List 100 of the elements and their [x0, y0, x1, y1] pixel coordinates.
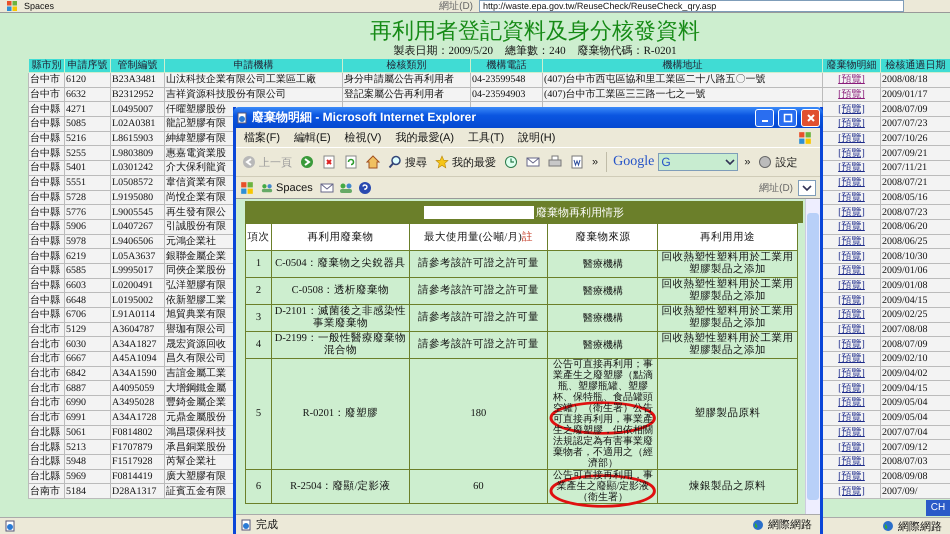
table-cell: A34A1728 [110, 410, 164, 425]
table-cell: L9005545 [110, 204, 164, 220]
table-cell: L0495007 [110, 102, 164, 117]
clock-icon [504, 155, 518, 169]
table-cell: L91A0114 [110, 308, 164, 322]
table-cell: 台中縣 [28, 234, 64, 249]
table-cell: 6632 [64, 87, 110, 102]
globe-icon [752, 518, 764, 530]
more-button[interactable]: » [590, 155, 600, 169]
column-header: 廢棄物來源 [548, 224, 658, 250]
table-cell: 台中縣 [28, 263, 64, 278]
stop-icon [322, 155, 336, 169]
help-icon[interactable] [358, 180, 372, 194]
table-cell: (407)台中市西屯區協和里工業區二十八路五〇一號 [542, 72, 822, 88]
table-cell: 2007/10/26 [880, 131, 950, 146]
table-cell: L0195002 [110, 292, 164, 308]
people-icon[interactable] [338, 180, 353, 194]
table-cell: 吉祥資源科技股份有限公司 [164, 87, 342, 102]
table-cell: 台南市 [28, 484, 64, 498]
history-button[interactable] [502, 154, 520, 170]
column-header: 機構地址 [542, 58, 822, 72]
menu-item[interactable]: 檢視(V) [344, 130, 382, 145]
table-cell: 台中縣 [28, 190, 64, 205]
close-button[interactable] [801, 108, 820, 126]
table-cell: 5776 [64, 204, 110, 220]
table-cell: 身分申請屬公告再利用者 [342, 72, 470, 88]
settings-button[interactable]: 設定 [756, 154, 800, 170]
favorites-button[interactable]: 我的最愛 [433, 154, 498, 170]
table-cell: 台北市 [28, 396, 64, 410]
table-cell: 台中縣 [28, 175, 64, 190]
table-cell: 5255 [64, 146, 110, 161]
table-cell: 2007/09/ [880, 484, 950, 498]
table-cell: 5906 [64, 219, 110, 234]
maximize-icon [782, 112, 792, 122]
windows-logo-icon[interactable] [6, 0, 18, 12]
table-cell: 台中縣 [28, 219, 64, 234]
table-cell: 5978 [64, 234, 110, 249]
google-search-field[interactable]: G [658, 153, 738, 171]
table-cell: 2009/02/25 [880, 308, 950, 322]
table-cell: L0301242 [110, 160, 164, 176]
caret-icon [802, 184, 812, 192]
table-cell: 醫療機構 [548, 332, 658, 358]
table-cell: 2008/07/09 [880, 102, 950, 117]
table-cell: 台北縣 [28, 469, 64, 484]
zone-label: 網際網路 [768, 518, 812, 532]
column-header: 再利用廢棄物 [272, 224, 410, 250]
minimize-icon [762, 120, 768, 122]
table-cell: 5948 [64, 454, 110, 470]
table-cell: 04-23599548 [470, 72, 542, 88]
envelope-icon[interactable] [320, 180, 334, 194]
table-cell: F0814802 [110, 425, 164, 440]
address-field[interactable]: http://waste.epa.gov.tw/ReuseCheck/ReuseCheck_qry.asp [479, 0, 904, 12]
table-cell: 台北市 [28, 322, 64, 337]
table-cell: 請參考該許可證之許可量 [409, 278, 548, 304]
address-label: 網址(D) [759, 182, 793, 194]
page-icon [4, 520, 16, 532]
column-header: 申請序號 [64, 58, 110, 72]
menu-item[interactable]: 說明(H) [518, 130, 556, 145]
table-cell: 6030 [64, 336, 110, 352]
menu-item[interactable]: 檔案(F) [244, 130, 280, 145]
home-button[interactable] [364, 154, 382, 170]
table-cell: 回收熱塑性塑料用於工業用塑膠製品之添加 [658, 332, 798, 358]
circle-icon [758, 155, 772, 169]
scrollbar[interactable] [805, 199, 820, 514]
windows-logo-icon[interactable] [240, 180, 254, 194]
table-cell: L05A3637 [110, 248, 164, 264]
table-cell: 2009/04/02 [880, 366, 950, 381]
table-cell: 2 [246, 278, 272, 304]
table-cell: 2008/09/08 [880, 469, 950, 484]
table-cell: 煉銀製品之原料 [658, 470, 798, 504]
table-cell: 2009/04/15 [880, 380, 950, 396]
search-button[interactable]: 搜尋 [386, 154, 429, 170]
table-cell: L0407267 [110, 219, 164, 234]
envelope-icon [526, 155, 540, 169]
toolbar-link[interactable]: Spaces [24, 1, 54, 11]
language-bar[interactable]: CH [926, 500, 950, 516]
document-icon [570, 155, 584, 169]
table-cell: 2008/07/23 [880, 204, 950, 220]
menu-item[interactable]: 工具(T) [468, 130, 504, 145]
forward-button[interactable] [298, 154, 316, 170]
table-cell: 2008/07/21 [880, 175, 950, 190]
section-heading: 廢棄物再利用情形 [536, 206, 624, 220]
table-cell: 台中縣 [28, 292, 64, 308]
table-cell: C-0504：廢棄物之尖銳器具 [272, 250, 410, 278]
table-cell: 登記案屬公告再利用者 [342, 87, 470, 102]
star-icon [435, 155, 449, 169]
table-cell: 2007/07/23 [880, 116, 950, 132]
menu-item[interactable]: 我的最愛(A) [395, 130, 454, 145]
maximize-button[interactable] [778, 108, 797, 126]
minimize-button[interactable] [755, 108, 774, 126]
column-header: 檢核通過日期 [880, 58, 950, 72]
table-cell: 山汰科技企業有限公司工業區工廠 [164, 72, 342, 88]
table-cell: 醫療機構 [548, 304, 658, 332]
table-cell: 5969 [64, 469, 110, 484]
page-icon [236, 112, 248, 124]
column-header: 再利用用途 [658, 224, 798, 250]
menu-item[interactable]: 編輯(E) [294, 130, 331, 145]
table-cell: 2009/02/10 [880, 352, 950, 366]
address-field[interactable] [798, 180, 816, 196]
more-button[interactable]: » [742, 155, 752, 169]
